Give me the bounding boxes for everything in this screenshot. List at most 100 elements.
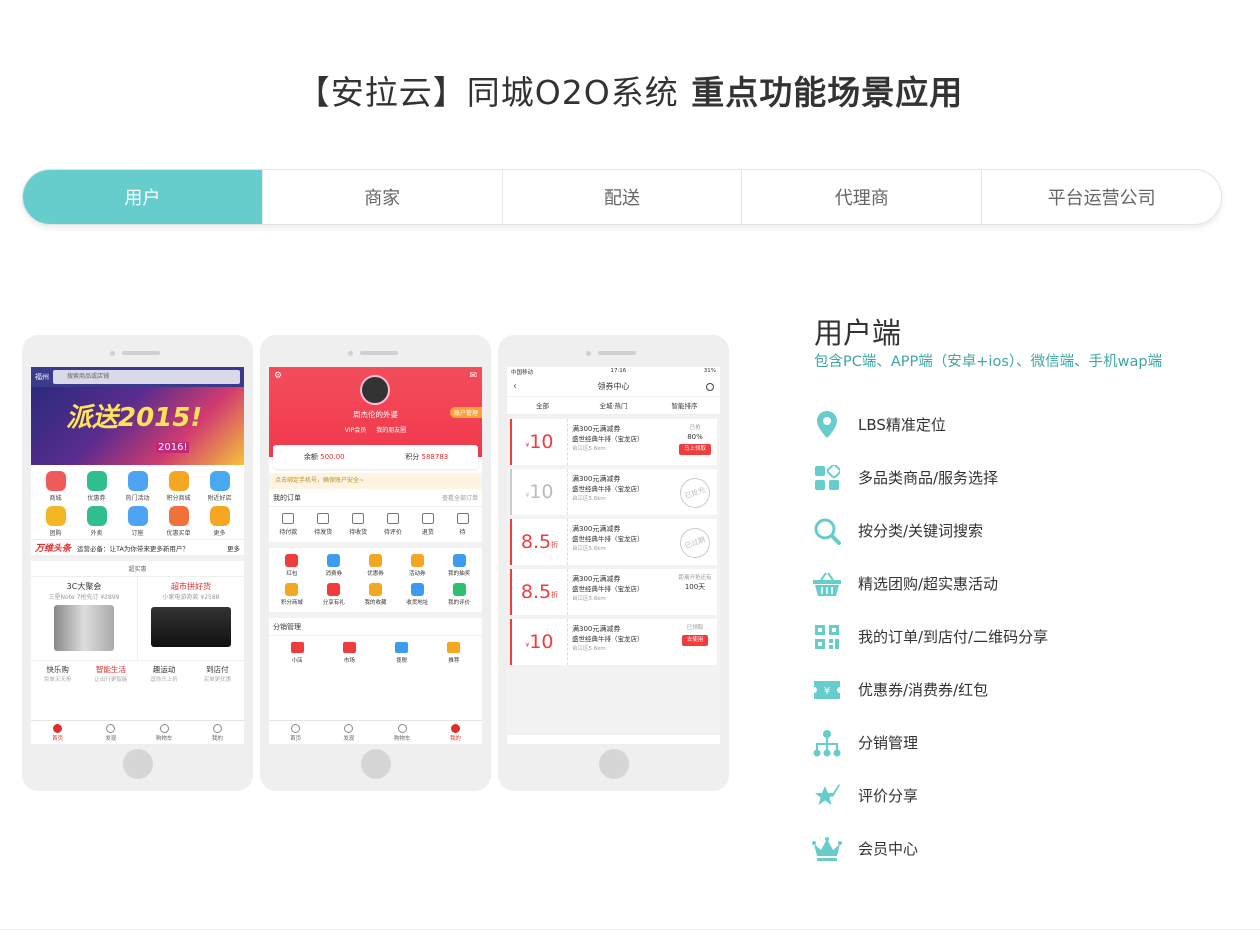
nav-home[interactable]: 首页 xyxy=(31,721,84,744)
tab-user[interactable]: 用户 xyxy=(23,170,262,224)
cat-happy-buy[interactable]: 快乐购 免单天天抢 xyxy=(31,661,84,689)
service-item[interactable]: 我的抽奖 xyxy=(438,554,480,577)
home-shortcut[interactable]: 热门活动 xyxy=(117,471,158,502)
coupon-card[interactable]: ¥10 满300元满减券 盛世经典牛排（宝龙店） 台江区5.6km 已领取 去使用 xyxy=(510,619,717,665)
coupon-filter-bar: 全部 全城·热门 智能排序 xyxy=(507,397,720,415)
bind-phone-warning[interactable]: 点击绑定手机号，确保账户安全~ xyxy=(269,473,482,489)
cat-sport[interactable]: 趣运动 逗你乐上折 xyxy=(138,661,191,689)
order-status-row: 待付款 待发货 待收货 待评价 退货 待 xyxy=(269,507,482,548)
feature-label: 按分类/关键词搜索 xyxy=(858,522,984,540)
cat-store-pay[interactable]: 到店付 买单更优惠 xyxy=(191,661,244,689)
news-ticker[interactable]: 万维头条 运营必备：让TA为你带来更多新用户？ 更多 xyxy=(31,539,244,561)
qrcode-icon xyxy=(812,622,842,652)
nav-discover[interactable]: 发现 xyxy=(84,721,137,744)
order-status-icon xyxy=(386,513,399,524)
order-status-label: 待发货 xyxy=(314,529,333,536)
coupon-card[interactable]: ¥10 满300元满减券 盛世经典牛排（宝龙店） 台江区5.6km 已抢 80% 马上领取 xyxy=(510,419,717,465)
settings-icon[interactable]: ⚙ xyxy=(274,371,282,381)
orders-more-link[interactable]: 查看全部订单 xyxy=(442,493,478,502)
nav-label: 发现 xyxy=(343,736,355,742)
nav-label: 首页 xyxy=(290,736,302,742)
role-tabs: 用户 商家 配送 代理商 平台运营公司 xyxy=(22,169,1222,225)
shortcut-icon xyxy=(168,471,189,491)
service-item[interactable]: 分享有礼 xyxy=(313,583,355,606)
points-item[interactable]: 积分 588783 xyxy=(376,445,479,469)
home-shortcut[interactable]: 商城 xyxy=(35,471,76,502)
nav-home[interactable]: 首页 xyxy=(269,721,322,744)
order-status-item[interactable]: 退货 xyxy=(410,513,445,536)
service-label: 红包 xyxy=(286,571,298,577)
cat-smart-life[interactable]: 智能生活 让出行更智能 xyxy=(84,661,137,689)
distribution-tree-icon xyxy=(812,728,842,758)
home-shortcut[interactable]: 团购 xyxy=(35,506,76,537)
home-shortcut[interactable]: 积分商城 xyxy=(158,471,199,502)
service-item[interactable]: 活动券 xyxy=(396,554,438,577)
home-shortcut[interactable]: 订座 xyxy=(117,506,158,537)
tab-platform-operator[interactable]: 平台运营公司 xyxy=(981,170,1221,224)
avatar[interactable] xyxy=(360,375,390,405)
service-item[interactable]: 我的评价 xyxy=(438,583,480,606)
service-item[interactable]: 积分商城 xyxy=(271,583,313,606)
coupon-title: 满300元满减券 xyxy=(572,575,621,583)
phone-home-screen: 福州 搜索商品或店铺 派送2015! 2016! 商城 优惠券 热门活动 积分商城 附近… xyxy=(22,335,253,791)
service-item[interactable]: 我的收藏 xyxy=(355,583,397,606)
home-shortcut[interactable]: 外卖 xyxy=(76,506,117,537)
message-icon[interactable]: ✉ xyxy=(469,371,477,381)
service-item[interactable]: 消费券 xyxy=(313,554,355,577)
distribution-item[interactable]: 小店 xyxy=(271,642,323,664)
back-arrow-icon[interactable]: ‹ xyxy=(513,377,517,397)
distribution-item[interactable]: 推荐 xyxy=(428,642,480,664)
coupon-card[interactable]: ¥10 满300元满减券 盛世经典牛排（宝龙店） 台江区5.6km 已抢光 xyxy=(510,469,717,515)
tab-delivery[interactable]: 配送 xyxy=(501,170,742,224)
coupon-distance: 台江区5.6km xyxy=(572,446,606,452)
tab-agent[interactable]: 代理商 xyxy=(741,170,981,224)
coupon-card[interactable]: 8.5 折满300元满减券 盛世经典牛排（宝龙店） 台江区5.6km 已过期 xyxy=(510,519,717,565)
promo-supermarket[interactable]: 超市拼好货 小家电游奇款 ¥2588 xyxy=(138,577,244,660)
coupon-card[interactable]: 8.5 折满300元满减券 盛世经典牛排（宝龙店） 台江区5.6km 距离开抢还有 100… xyxy=(510,569,717,615)
service-item[interactable]: 红包 xyxy=(271,554,313,577)
service-icon xyxy=(452,554,466,567)
friends-link[interactable]: 我的朋友圈 xyxy=(376,425,406,434)
order-status-item[interactable]: 待收货 xyxy=(341,513,376,536)
filter-city-hot[interactable]: 全城·热门 xyxy=(578,397,649,414)
order-status-item[interactable]: 待 xyxy=(445,513,480,536)
distribution-item[interactable]: 揽税 xyxy=(376,642,428,664)
service-item[interactable]: 优惠券 xyxy=(355,554,397,577)
shortcut-label: 外卖 xyxy=(90,530,103,537)
home-shortcut[interactable]: 更多 xyxy=(199,506,240,537)
nav-cart[interactable]: 购物车 xyxy=(376,721,429,744)
news-logo: 万维头条 xyxy=(35,544,72,554)
feature-label: 会员中心 xyxy=(858,840,919,858)
city-selector[interactable]: 福州 xyxy=(35,372,49,382)
distribution-item[interactable]: 市场 xyxy=(323,642,375,664)
balance-item[interactable]: 余额 500.00 xyxy=(273,445,376,469)
search-icon[interactable] xyxy=(706,383,714,391)
home-shortcut[interactable]: 优惠券 xyxy=(76,471,117,502)
service-label: 我的评价 xyxy=(448,600,471,606)
home-banner[interactable]: 派送2015! 2016! xyxy=(31,387,244,465)
nav-mine[interactable]: 我的 xyxy=(429,721,482,744)
filter-all[interactable]: 全部 xyxy=(507,397,578,414)
home-shortcut[interactable]: 附近好店 xyxy=(199,471,240,502)
shortcut-icon xyxy=(127,506,148,526)
filter-smart-sort[interactable]: 智能排序 xyxy=(649,397,720,414)
tab-merchant[interactable]: 商家 xyxy=(261,170,502,224)
service-label: 我的抽奖 xyxy=(448,571,471,577)
order-status-item[interactable]: 待付款 xyxy=(271,513,306,536)
account-manage-button[interactable]: 账户管理 xyxy=(449,407,482,418)
coupon-action-button[interactable]: 去使用 xyxy=(681,635,709,646)
order-status-item[interactable]: 待评价 xyxy=(375,513,410,536)
news-more-link[interactable]: 更多 xyxy=(227,543,240,553)
vip-badge[interactable]: VIP会员 xyxy=(345,425,367,434)
service-item[interactable]: 收货地址 xyxy=(396,583,438,606)
coupon-action-button[interactable]: 马上领取 xyxy=(678,444,711,455)
service-label: 收货地址 xyxy=(406,600,429,606)
nav-cart[interactable]: 购物车 xyxy=(138,721,191,744)
home-search-input[interactable]: 搜索商品或店铺 xyxy=(53,370,240,384)
nav-discover[interactable]: 发现 xyxy=(322,721,375,744)
promo-3c[interactable]: 3C大聚会 三星Note 7抢先订 ¥2899 xyxy=(31,577,138,660)
cart-icon xyxy=(397,724,407,733)
home-shortcut[interactable]: 优惠买单 xyxy=(158,506,199,537)
nav-mine[interactable]: 我的 xyxy=(191,721,244,744)
order-status-item[interactable]: 待发货 xyxy=(306,513,341,536)
